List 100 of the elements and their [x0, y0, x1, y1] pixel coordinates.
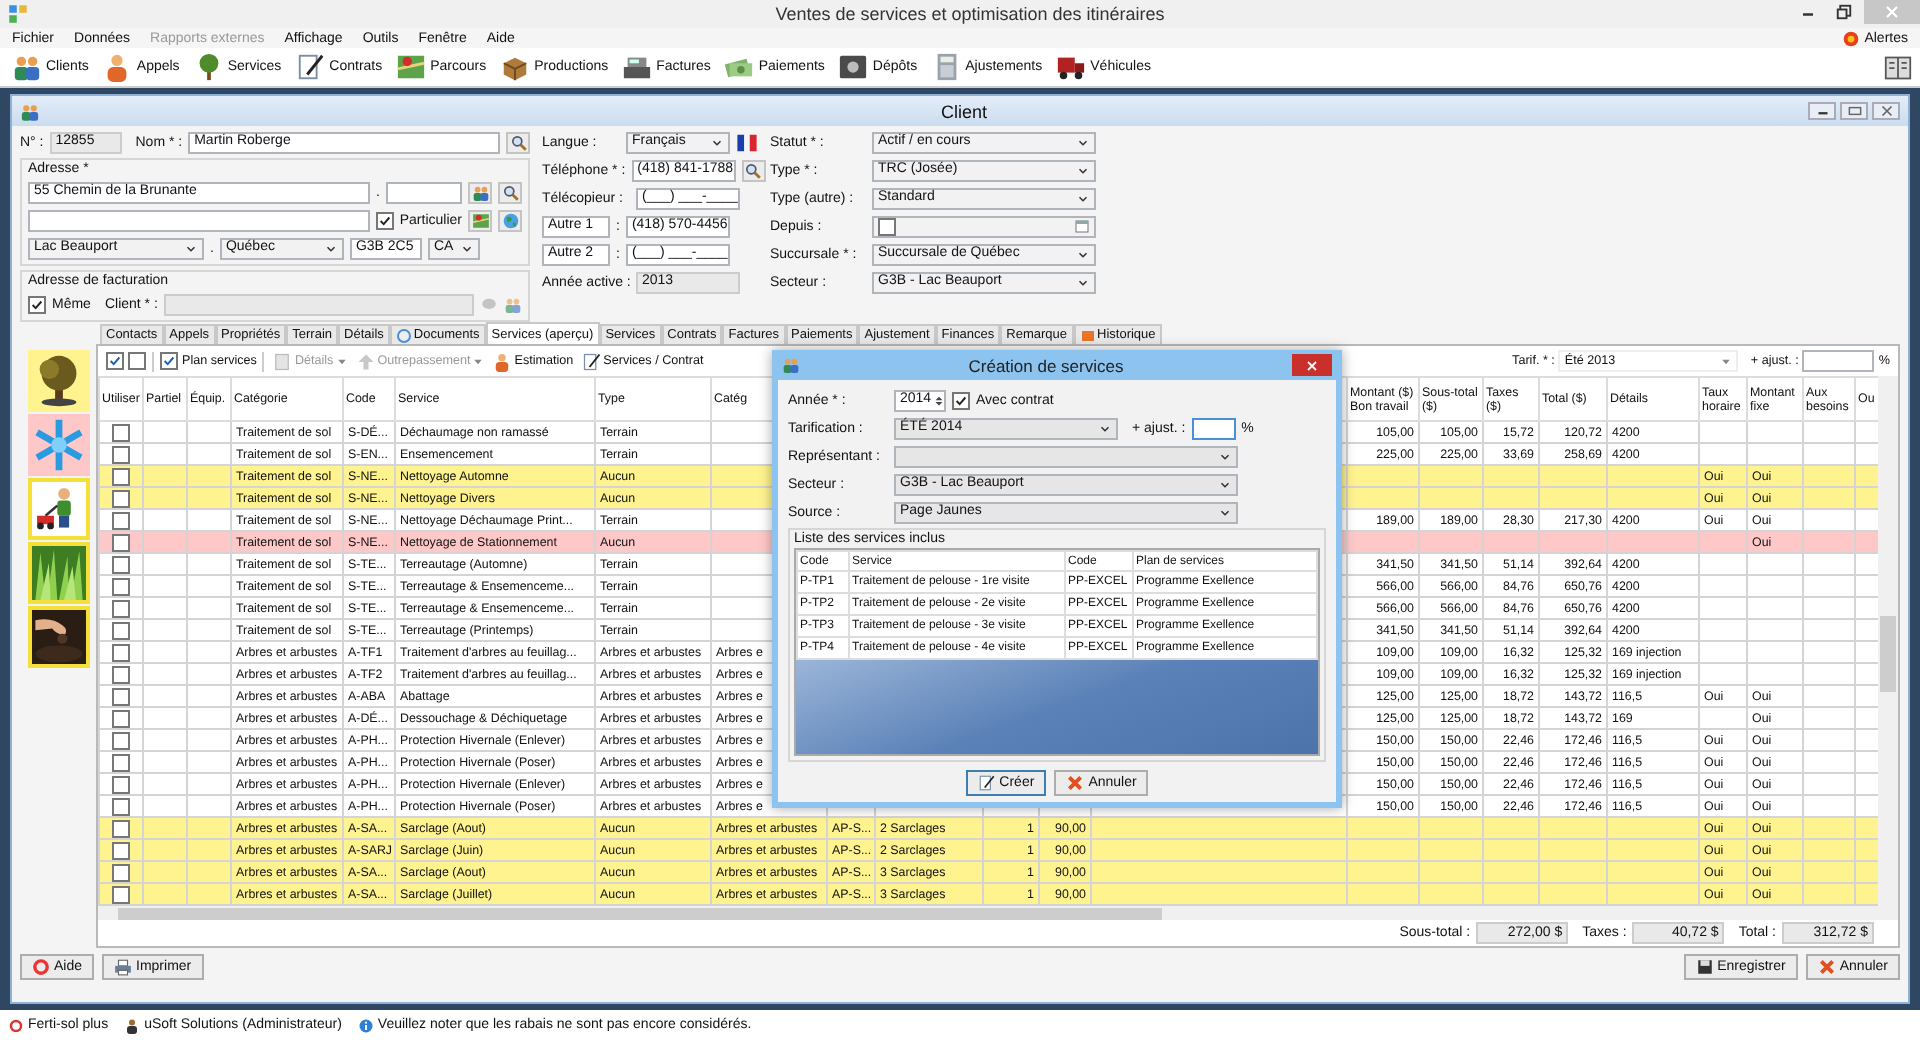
caret-icon: [472, 355, 485, 367]
tree-icon[interactable]: [27, 350, 89, 412]
globe-button[interactable]: [498, 209, 522, 231]
search-icon: [501, 183, 519, 201]
book-icon: [1884, 53, 1912, 81]
close-icon: [1882, 2, 1902, 22]
caret-icon: [335, 355, 348, 367]
checkbox[interactable]: [112, 885, 130, 903]
search-button[interactable]: [741, 159, 766, 181]
person-icon: [124, 1017, 141, 1033]
people-icon[interactable]: [504, 295, 522, 313]
info-icon: [357, 1017, 374, 1033]
checkbox[interactable]: [112, 555, 130, 573]
dialog-title: Création de services: [966, 355, 1126, 375]
checkbox[interactable]: [112, 643, 130, 661]
checkbox[interactable]: [112, 665, 130, 683]
window-title: Ventes de services et optimisation des itinéraires: [773, 4, 1167, 24]
map-button[interactable]: [468, 209, 492, 231]
book-button[interactable]: [1884, 53, 1912, 81]
close-icon: [1304, 357, 1320, 373]
checkbox[interactable]: [112, 775, 130, 793]
people-icon: [20, 101, 40, 121]
close-icon: [1877, 102, 1895, 120]
checkmark-icon: [377, 213, 392, 227]
caret-icon: [1720, 355, 1733, 367]
text-field[interactable]: [386, 181, 462, 203]
checkbox[interactable]: [878, 217, 896, 235]
mower-icon[interactable]: [27, 478, 89, 540]
chevron-down-icon: [323, 241, 338, 255]
checkbox[interactable]: [952, 391, 970, 409]
checkbox[interactable]: [112, 467, 130, 485]
search-button[interactable]: [506, 131, 530, 153]
cash-register-icon: [622, 52, 653, 82]
calendar-icon: [1074, 218, 1090, 234]
person-icon: [492, 351, 513, 371]
adjust-field[interactable]: [1802, 350, 1875, 372]
minimize-button[interactable]: [1808, 102, 1836, 120]
checkbox[interactable]: [112, 841, 130, 859]
date-picker[interactable]: [872, 215, 1096, 237]
maximize-icon: [1845, 102, 1863, 120]
chevron-down-icon: [710, 135, 724, 149]
close-button[interactable]: [1872, 102, 1900, 120]
spinner-arrows-icon: [931, 393, 946, 407]
cross-icon: [1066, 774, 1085, 792]
checkbox[interactable]: [112, 489, 130, 507]
checkbox[interactable]: [112, 511, 130, 529]
checkbox[interactable]: [112, 863, 130, 881]
checkmark-icon: [108, 354, 122, 368]
checkbox[interactable]: [112, 423, 130, 441]
people-button[interactable]: [468, 181, 492, 203]
maximize-button[interactable]: [1840, 102, 1868, 120]
checkbox[interactable]: [112, 753, 130, 771]
client-field[interactable]: [163, 293, 474, 315]
search-button[interactable]: [498, 181, 522, 203]
people-icon: [782, 356, 800, 374]
checkbox[interactable]: [112, 709, 130, 727]
checkbox[interactable]: [112, 819, 130, 837]
checkbox[interactable]: [112, 797, 130, 815]
search-icon: [509, 133, 527, 151]
text-field[interactable]: [28, 209, 370, 231]
flag-icon: [736, 131, 758, 153]
document-pen-icon: [977, 774, 996, 792]
safe-icon: [838, 52, 869, 82]
alert-icon: [1842, 29, 1861, 47]
checkbox[interactable]: [112, 577, 130, 595]
document-pen-icon: [581, 351, 602, 371]
checkbox[interactable]: [112, 621, 130, 639]
scrollbar[interactable]: [98, 906, 1878, 920]
floppy-icon: [1695, 958, 1714, 976]
checkbox[interactable]: [128, 352, 146, 370]
lifebuoy-icon: [32, 958, 50, 976]
checkbox[interactable]: [160, 352, 178, 370]
window-title: Client: [938, 101, 989, 121]
folder-icon: [1079, 327, 1096, 343]
scrollbar[interactable]: [1878, 376, 1898, 920]
cross-icon: [1817, 958, 1836, 976]
checkmark-icon: [954, 393, 968, 407]
chevron-down-icon: [184, 241, 198, 255]
checkbox[interactable]: [112, 599, 130, 617]
app-logo-icon: [8, 4, 28, 24]
adjust-field[interactable]: [1191, 417, 1236, 439]
box-icon: [500, 52, 531, 82]
checkbox[interactable]: [106, 352, 124, 370]
chevron-down-icon: [1098, 421, 1112, 435]
checkmark-icon: [30, 297, 44, 311]
chevron-down-icon: [459, 241, 474, 255]
checkbox[interactable]: [112, 731, 130, 749]
close-button[interactable]: [1292, 354, 1332, 376]
search-icon: [744, 161, 763, 179]
map-icon: [396, 52, 427, 82]
ring-icon: [8, 1017, 24, 1033]
map-icon: [471, 211, 489, 229]
checkbox[interactable]: [112, 533, 130, 551]
checkbox[interactable]: [375, 211, 394, 229]
checkbox[interactable]: [112, 445, 130, 463]
checkbox[interactable]: [112, 687, 130, 705]
checkmark-icon: [162, 354, 176, 368]
truck-icon: [1056, 52, 1087, 82]
document-icon: [272, 351, 293, 371]
checkbox[interactable]: [28, 295, 46, 313]
